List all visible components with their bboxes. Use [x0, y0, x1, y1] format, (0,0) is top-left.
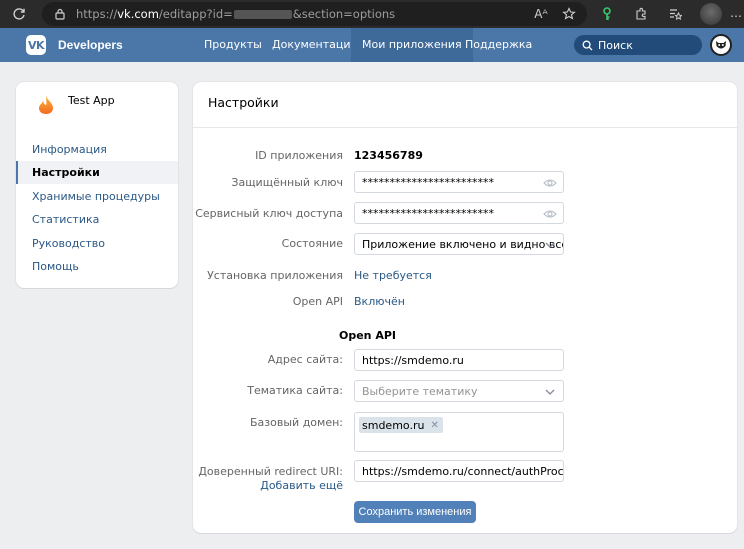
site-address-label: Адрес сайта: — [267, 353, 343, 366]
service-key-field[interactable]: ************************ — [354, 202, 564, 224]
chevron-down-icon — [544, 239, 556, 251]
extensions-icon[interactable] — [632, 5, 650, 23]
address-bar[interactable]: https://vk.com/editapp?id= &section=optio… — [42, 2, 587, 26]
page-title: Настройки — [208, 95, 279, 110]
url-text: https://vk.com/editapp?id= &section=optio… — [76, 7, 396, 21]
site-theme-placeholder: Выберите тематику — [362, 384, 478, 398]
state-value: Приложение включено и видно всем — [362, 237, 564, 251]
settings-panel: Настройки ID приложения 123456789 Защищё… — [193, 82, 737, 533]
favorite-icon[interactable] — [560, 5, 578, 23]
app-icon — [39, 96, 53, 114]
collections-icon[interactable] — [666, 5, 684, 23]
install-label: Установка приложения — [207, 269, 343, 282]
profile-avatar[interactable] — [700, 3, 722, 25]
open-api-section-heading: Open API — [339, 329, 397, 342]
site-address-field[interactable]: https://smdemo.ru — [354, 349, 564, 371]
browser-toolbar: https://vk.com/editapp?id= &section=optio… — [0, 0, 744, 28]
service-key-label: Сервисный ключ доступа — [195, 207, 343, 220]
chevron-down-icon — [544, 386, 556, 398]
more-icon[interactable]: … — [730, 6, 742, 20]
redirect-uri-value: https://smdemo.ru/connect/authProcess/vk — [362, 464, 564, 478]
secure-key-label: Защищённый ключ — [231, 176, 343, 189]
base-domain-label: Базовый домен: — [250, 416, 343, 429]
state-select[interactable]: Приложение включено и видно всем — [354, 233, 564, 255]
service-key-value: ************************ — [362, 206, 494, 220]
secure-key-field[interactable]: ************************ — [354, 171, 564, 193]
vk-logo-icon[interactable]: VK — [26, 35, 46, 55]
open-api-value-link[interactable]: Включён — [354, 295, 405, 308]
domain-tag-label: smdemo.ru — [362, 418, 425, 432]
user-avatar[interactable] — [710, 34, 732, 56]
state-label: Состояние — [281, 237, 343, 250]
site-address-value: https://smdemo.ru — [362, 353, 464, 367]
app-id-value: 123456789 — [354, 149, 423, 162]
eye-icon[interactable] — [543, 207, 557, 221]
search-icon — [580, 38, 594, 52]
add-more-link[interactable]: Добавить ещё — [193, 479, 343, 492]
redacted-id — [233, 10, 292, 19]
eye-icon[interactable] — [543, 176, 557, 190]
site-theme-select[interactable]: Выберите тематику — [354, 380, 564, 402]
remove-tag-icon[interactable]: ✕ — [430, 420, 438, 431]
install-value-link[interactable]: Не требуется — [354, 269, 432, 282]
lock-icon[interactable] — [52, 6, 68, 22]
redirect-uri-field[interactable]: https://smdemo.ru/connect/authProcess/vk — [354, 460, 564, 482]
reload-icon[interactable] — [9, 4, 29, 24]
secure-key-value: ************************ — [362, 175, 494, 189]
site-theme-label: Тематика сайта: — [247, 384, 343, 397]
search-input[interactable]: Поиск — [574, 35, 702, 55]
base-domain-field[interactable]: smdemo.ru ✕ — [354, 412, 564, 452]
nav-support[interactable]: Поддержка — [454, 28, 543, 62]
divider — [193, 127, 737, 128]
save-button[interactable]: Сохранить изменения — [354, 501, 476, 523]
key-icon[interactable] — [598, 5, 616, 23]
brand-label[interactable]: Developers — [58, 38, 123, 52]
redirect-uri-label: Доверенный redirect URI: — [198, 465, 343, 478]
open-api-label: Open API — [292, 295, 343, 308]
app-name: Test App — [68, 94, 115, 107]
domain-tag: smdemo.ru ✕ — [359, 417, 443, 433]
app-id-label: ID приложения — [255, 149, 343, 162]
search-placeholder: Поиск — [598, 38, 633, 52]
read-aloud-icon[interactable]: Aᴬ — [532, 5, 550, 23]
site-header: VK Developers Продукты Документация Мои … — [0, 28, 744, 62]
